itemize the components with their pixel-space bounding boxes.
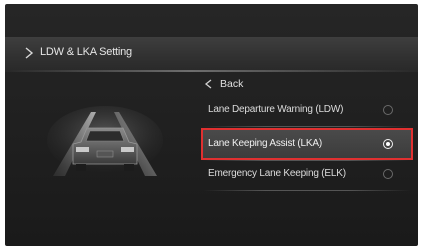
header-bar: LDW & LKA Setting (5, 37, 418, 70)
back-button[interactable]: Back (204, 74, 264, 94)
option-elk[interactable]: Emergency Lane Keeping (ELK) (203, 160, 411, 188)
radio-button-selected[interactable] (383, 139, 393, 149)
settings-screen: LDW & LKA Setting Back Lane Departure Wa… (5, 4, 418, 246)
header-divider (5, 70, 418, 72)
option-lka[interactable]: Lane Keeping Assist (LKA) (201, 128, 413, 160)
option-label: Lane Departure Warning (LDW) (208, 104, 344, 115)
back-label: Back (220, 78, 244, 90)
chevron-right-icon (25, 47, 34, 59)
option-ldw[interactable]: Lane Departure Warning (LDW) (203, 96, 411, 124)
chevron-left-icon (204, 79, 212, 89)
option-label: Lane Keeping Assist (LKA) (208, 138, 322, 149)
car-rear-icon (47, 106, 163, 176)
divider (203, 126, 411, 127)
radio-button[interactable] (383, 169, 393, 179)
car-illustration (45, 106, 165, 180)
divider (203, 190, 411, 191)
page-title: LDW & LKA Setting (40, 46, 132, 58)
option-label: Emergency Lane Keeping (ELK) (208, 168, 346, 179)
radio-button[interactable] (383, 105, 393, 115)
